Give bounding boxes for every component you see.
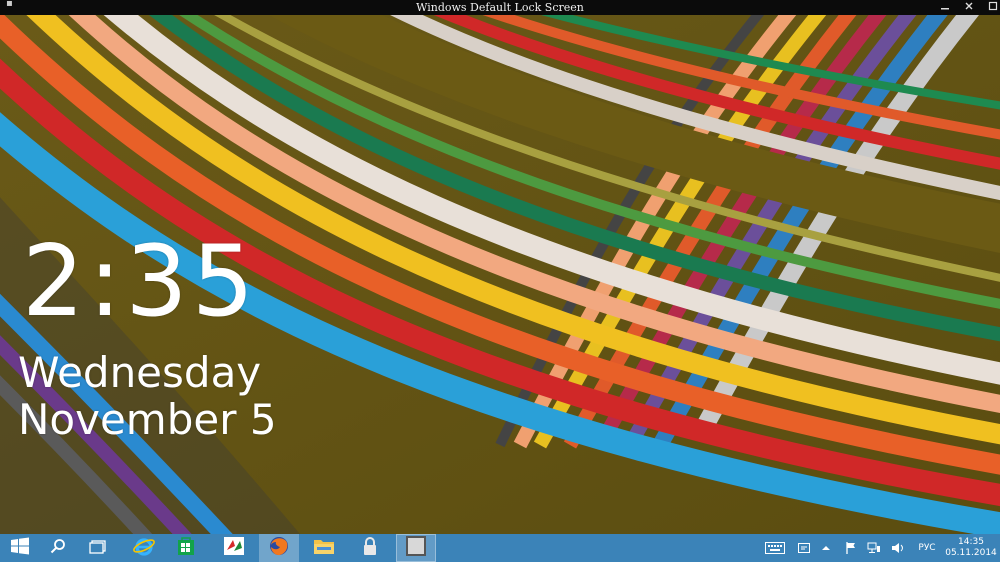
window-icon: [406, 536, 426, 560]
window-title: Windows Default Lock Screen: [416, 1, 584, 14]
lock-screen-date: November 5: [18, 395, 277, 444]
firefox-button[interactable]: [259, 534, 299, 562]
file-explorer-button[interactable]: [304, 534, 344, 562]
lock-screen-time: 2:35: [22, 225, 259, 339]
close-icon[interactable]: [962, 1, 976, 14]
chevron-up-icon[interactable]: [818, 534, 834, 562]
start-button[interactable]: [0, 534, 40, 562]
taskbar: РУС 14:35 05.11.2014: [0, 534, 1000, 562]
title-bar: ▪ Windows Default Lock Screen: [0, 0, 1000, 15]
app-button[interactable]: [214, 534, 254, 562]
lock-screen-app-button[interactable]: [350, 534, 390, 562]
store-button[interactable]: [166, 534, 206, 562]
windows-logo-icon: [10, 537, 30, 559]
taskbar-clock-time: 14:35: [958, 537, 984, 547]
input-language-indicator[interactable]: РУС: [913, 534, 941, 562]
taskbar-clock[interactable]: 14:35 05.11.2014: [944, 537, 998, 559]
folder-icon: [313, 537, 335, 559]
store-icon: [176, 536, 196, 560]
message-icon[interactable]: [795, 534, 813, 562]
app-icon: [223, 536, 245, 560]
search-button[interactable]: [38, 534, 78, 562]
task-view-icon: [89, 539, 107, 558]
internet-explorer-icon: [133, 535, 155, 561]
lock-screen-weekday: Wednesday: [18, 348, 262, 397]
action-center-flag-icon[interactable]: [842, 534, 860, 562]
volume-icon[interactable]: [889, 534, 907, 562]
network-icon[interactable]: [865, 534, 883, 562]
window-button[interactable]: [396, 534, 436, 562]
minimize-icon[interactable]: [938, 1, 952, 14]
touch-keyboard-icon[interactable]: [763, 534, 787, 562]
maximize-icon[interactable]: [986, 1, 1000, 14]
lock-icon: [362, 536, 378, 560]
task-view-button[interactable]: [78, 534, 118, 562]
internet-explorer-button[interactable]: [124, 534, 164, 562]
firefox-icon: [268, 535, 290, 561]
search-icon: [50, 538, 66, 558]
taskbar-clock-date: 05.11.2014: [945, 548, 997, 558]
